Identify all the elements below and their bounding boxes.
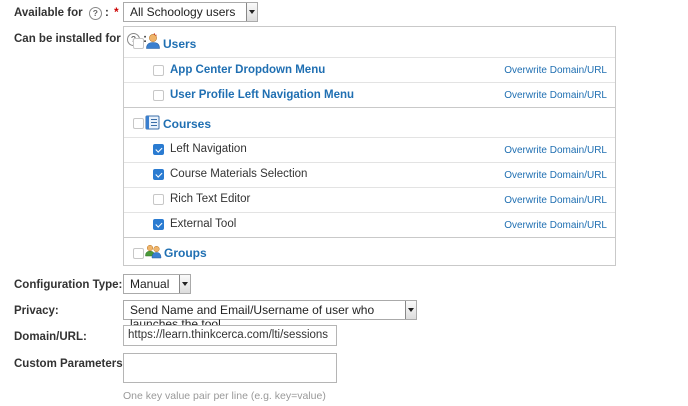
list-item: App Center Dropdown Menu Overwrite Domai…	[124, 57, 615, 83]
overwrite-domain-link[interactable]: Overwrite Domain/URL	[504, 170, 607, 181]
available-for-label-text: Available for	[14, 7, 83, 19]
list-item: Left Navigation Overwrite Domain/URL	[124, 137, 615, 163]
chevron-down-icon[interactable]	[246, 3, 257, 21]
domain-url-label: Domain/URL:	[14, 331, 87, 343]
group-row-users: Users	[124, 27, 615, 58]
rich-text-editor-checkbox[interactable]	[153, 194, 164, 205]
list-item: User Profile Left Navigation Menu Overwr…	[124, 82, 615, 108]
available-for-label: Available for ? : *	[14, 7, 119, 20]
privacy-label: Privacy:	[14, 305, 59, 317]
groups-checkbox[interactable]	[133, 248, 144, 259]
overwrite-domain-link[interactable]: Overwrite Domain/URL	[504, 65, 607, 76]
item-label-course-materials: Course Materials Selection	[170, 168, 308, 180]
available-for-select[interactable]: All Schoology users	[123, 2, 258, 22]
item-label-left-navigation: Left Navigation	[170, 143, 247, 155]
required-marker: *	[114, 7, 119, 19]
available-for-colon: :	[105, 7, 109, 19]
list-item: Course Materials Selection Overwrite Dom…	[124, 162, 615, 188]
group-label-users[interactable]: Users	[163, 37, 196, 51]
available-for-value: All Schoology users	[130, 5, 236, 19]
privacy-select[interactable]: Send Name and Email/Username of user who…	[123, 300, 417, 331]
group-label-groups[interactable]: Groups	[164, 246, 207, 260]
install-targets-panel: Users App Center Dropdown Menu Overwrite…	[123, 26, 616, 266]
groups-icon	[145, 244, 162, 259]
custom-parameters-hint: One key value pair per line (e.g. key=va…	[123, 390, 326, 402]
group-row-courses: Courses	[124, 108, 615, 138]
user-profile-nav-checkbox[interactable]	[153, 90, 164, 101]
overwrite-domain-link[interactable]: Overwrite Domain/URL	[504, 90, 607, 101]
item-label-rich-text-editor: Rich Text Editor	[170, 193, 251, 205]
item-label-external-tool: External Tool	[170, 218, 237, 230]
list-item: Rich Text Editor Overwrite Domain/URL	[124, 187, 615, 213]
chevron-down-icon[interactable]	[405, 301, 416, 319]
custom-parameters-label: Custom Parameters:	[14, 358, 127, 370]
overwrite-domain-link[interactable]: Overwrite Domain/URL	[504, 220, 607, 231]
app-center-dropdown-checkbox[interactable]	[153, 65, 164, 76]
group-row-groups: Groups	[124, 238, 615, 265]
chevron-down-icon[interactable]	[179, 275, 190, 293]
left-navigation-checkbox[interactable]	[153, 144, 164, 155]
group-label-courses[interactable]: Courses	[163, 117, 211, 131]
item-label-app-center[interactable]: App Center Dropdown Menu	[170, 64, 325, 76]
item-label-user-profile[interactable]: User Profile Left Navigation Menu	[170, 89, 354, 101]
configuration-type-select[interactable]: Manual	[123, 274, 191, 294]
course-materials-checkbox[interactable]	[153, 169, 164, 180]
help-icon[interactable]: ?	[88, 7, 102, 20]
users-checkbox[interactable]	[133, 38, 144, 49]
courses-checkbox[interactable]	[133, 118, 144, 129]
overwrite-domain-link[interactable]: Overwrite Domain/URL	[504, 145, 607, 156]
installed-for-label-text: Can be installed for	[14, 33, 121, 45]
user-icon	[146, 34, 160, 49]
configuration-type-value: Manual	[130, 277, 170, 291]
external-tool-checkbox[interactable]	[153, 219, 164, 230]
configuration-type-label: Configuration Type:	[14, 279, 123, 291]
overwrite-domain-link[interactable]: Overwrite Domain/URL	[504, 195, 607, 206]
domain-url-input[interactable]: https://learn.thinkcerca.com/lti/session…	[123, 325, 337, 346]
list-item: External Tool Overwrite Domain/URL	[124, 212, 615, 238]
course-icon	[145, 115, 160, 130]
custom-parameters-textarea[interactable]	[123, 353, 337, 383]
